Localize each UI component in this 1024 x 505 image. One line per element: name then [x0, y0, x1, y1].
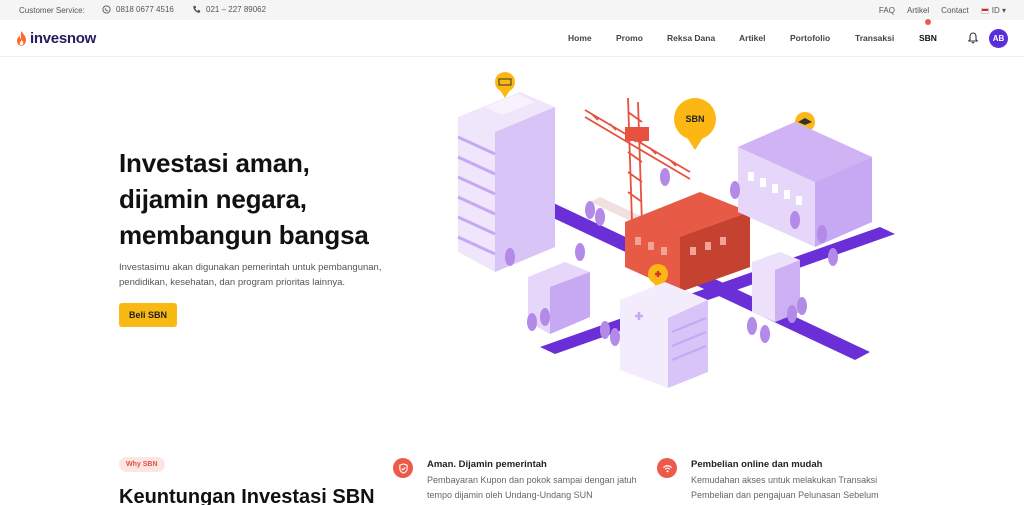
hero-title-line-1: Investasi aman,: [119, 148, 310, 178]
city-construction-illustration: SBN: [457, 72, 895, 388]
language-selector[interactable]: ID ▾: [980, 6, 1006, 15]
beli-sbn-button[interactable]: Beli SBN: [119, 303, 177, 327]
flame-logo-icon: [17, 31, 26, 46]
customer-service-label: Customer Service:: [19, 6, 85, 15]
benefits-title: Keuntungan Investasi SBN: [119, 486, 375, 505]
why-sbn-tag: Why SBN: [119, 457, 165, 472]
contact-link[interactable]: Contact: [941, 6, 969, 15]
nav-transaksi[interactable]: Transaksi: [855, 33, 894, 43]
language-code: ID: [991, 6, 1000, 15]
phone-icon: [193, 5, 201, 13]
nav-promo[interactable]: Promo: [616, 33, 643, 43]
feature-title-aman: Aman. Dijamin pemerintah: [427, 459, 547, 470]
nav-home[interactable]: Home: [568, 33, 592, 43]
hero-title-line-3: membangun bangsa: [119, 220, 369, 250]
chevron-down-icon: ▾: [1001, 6, 1006, 15]
whatsapp-icon: [102, 5, 111, 14]
indonesia-flag-icon: [980, 8, 989, 14]
whatsapp-contact[interactable]: 0818 0677 4516: [102, 5, 174, 14]
nav-artikel[interactable]: Artikel: [739, 33, 765, 43]
nav-sbn[interactable]: SBN: [919, 33, 937, 43]
hero-title: Investasi aman, dijamin negara, membangu…: [119, 145, 369, 253]
faq-link[interactable]: FAQ: [879, 6, 895, 15]
feature-title-online: Pembelian online dan mudah: [691, 459, 823, 470]
feature-text-online: Kemudahan akses untuk melakukan Transaks…: [691, 475, 879, 500]
user-avatar[interactable]: AB: [989, 29, 1008, 48]
phone-number: 021 – 227 89062: [206, 5, 267, 14]
phone-contact[interactable]: 021 – 227 89062: [192, 5, 266, 14]
main-navbar: invesnow Home Promo Reksa Dana Artikel P…: [0, 19, 1024, 57]
active-nav-indicator: [925, 19, 931, 25]
logo-wordmark: invesnow: [30, 30, 96, 47]
wifi-icon: [657, 458, 677, 478]
artikel-link[interactable]: Artikel: [907, 6, 929, 15]
hero-subtitle: Investasimu akan digunakan pemerintah un…: [119, 262, 382, 288]
invesnow-logo[interactable]: invesnow: [16, 30, 96, 47]
whatsapp-number: 0818 0677 4516: [116, 5, 174, 14]
nav-reksa-dana[interactable]: Reksa Dana: [667, 33, 715, 43]
nav-portofolio[interactable]: Portofolio: [790, 33, 830, 43]
bell-icon[interactable]: [967, 32, 979, 44]
feature-text-aman: Pembayaran Kupon dan pokok sampai dengan…: [427, 475, 637, 500]
sbn-pin-label: SBN: [685, 114, 704, 124]
shield-check-icon: [393, 458, 413, 478]
top-info-bar: Customer Service: 0818 0677 4516 021 – 2…: [0, 0, 1024, 20]
hero-title-line-2: dijamin negara,: [119, 184, 307, 214]
